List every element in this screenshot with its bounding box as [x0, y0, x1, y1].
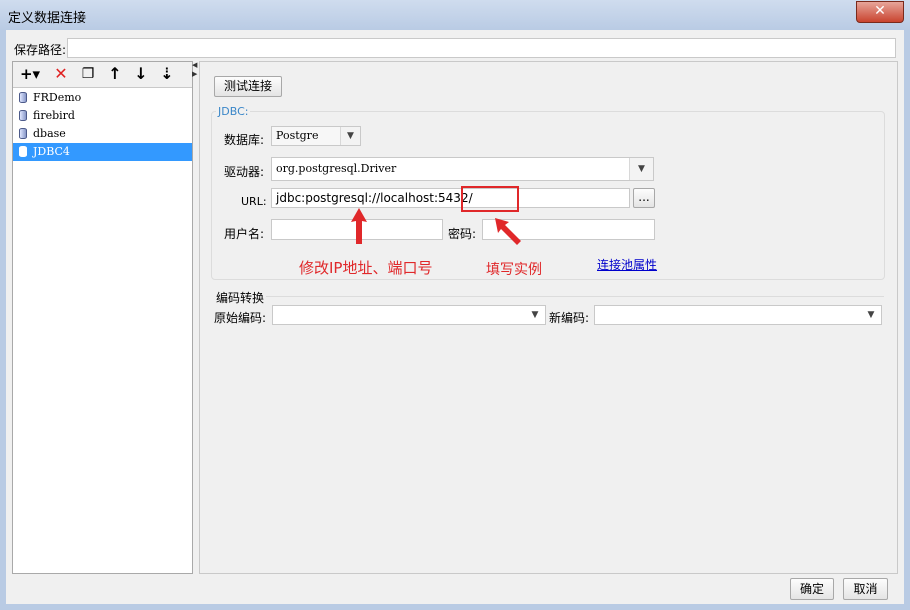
panel-splitter[interactable]: ◀ ▶: [192, 61, 198, 572]
list-item-label: firebird: [33, 109, 75, 122]
list-item[interactable]: dbase: [13, 125, 192, 143]
database-label: 数据库:: [224, 133, 265, 147]
chevron-down-icon[interactable]: ▼: [629, 158, 653, 180]
database-icon: [19, 128, 27, 139]
close-icon: ✕: [874, 3, 886, 19]
connection-toolbar: +▾ ✕ ❐ ↑ ↓ ⇣: [13, 62, 192, 88]
window-frame-right: [904, 30, 910, 610]
new-encoding-select[interactable]: ▼: [594, 305, 882, 325]
ip-port-annotation: 修改IP地址、端口号: [299, 259, 433, 277]
list-item-label: FRDemo: [33, 91, 82, 104]
window-title: 定义数据连接: [8, 11, 87, 26]
driver-label: 驱动器:: [224, 165, 265, 179]
original-encoding-select[interactable]: ▼: [272, 305, 546, 325]
test-connection-button[interactable]: 测试连接: [214, 76, 282, 97]
connection-list-panel: +▾ ✕ ❐ ↑ ↓ ⇣ FRDemo firebird dbase JDBC4: [12, 61, 193, 574]
url-input[interactable]: jdbc:postgresql://localhost:5432/: [271, 188, 630, 208]
move-down-icon[interactable]: ↓: [131, 64, 151, 84]
username-label: 用户名:: [224, 227, 265, 241]
delete-icon[interactable]: ✕: [51, 64, 71, 84]
list-item[interactable]: FRDemo: [13, 89, 192, 107]
database-value: Postgre: [276, 129, 319, 142]
original-encoding-label: 原始编码:: [214, 311, 267, 325]
move-up-icon[interactable]: ↑: [105, 64, 125, 84]
sort-icon[interactable]: ⇣: [157, 64, 177, 84]
connection-list: FRDemo firebird dbase JDBC4: [13, 89, 192, 161]
expand-right-icon[interactable]: ▶: [192, 70, 197, 78]
url-label: URL:: [241, 195, 267, 208]
database-icon: [19, 110, 27, 121]
database-icon: [19, 92, 27, 103]
instance-annotation: 填写实例: [486, 262, 542, 278]
chevron-down-icon[interactable]: ▼: [525, 306, 545, 324]
list-item[interactable]: firebird: [13, 107, 192, 125]
list-item-selected[interactable]: JDBC4: [13, 143, 192, 161]
list-item-label: dbase: [33, 127, 66, 140]
new-encoding-label: 新编码:: [549, 311, 590, 325]
chevron-down-icon[interactable]: ▼: [340, 127, 360, 145]
jdbc-group-title: JDBC:: [216, 105, 251, 118]
add-icon[interactable]: +▾: [17, 64, 43, 84]
url-browse-button[interactable]: ...: [633, 188, 655, 208]
window-frame-bottom: [0, 604, 910, 610]
encoding-divider: [266, 296, 884, 297]
chevron-down-icon[interactable]: ▼: [861, 306, 881, 324]
encoding-section-title: 编码转换: [216, 291, 265, 305]
ip-port-arrow-icon: [351, 208, 367, 244]
pool-properties-link[interactable]: 连接池属性: [597, 256, 657, 273]
instance-highlight-box: [461, 186, 519, 212]
driver-value: org.postgresql.Driver: [276, 162, 397, 175]
instance-arrow-icon: [495, 218, 521, 245]
close-button[interactable]: ✕: [856, 1, 904, 23]
save-path-input[interactable]: [67, 38, 896, 58]
save-path-label: 保存路径:: [14, 43, 67, 57]
driver-select[interactable]: org.postgresql.Driver ▼: [271, 157, 654, 181]
database-icon: [19, 146, 27, 157]
database-select[interactable]: Postgre ▼: [271, 126, 361, 146]
password-label: 密码:: [448, 227, 477, 241]
cancel-button[interactable]: 取消: [843, 578, 888, 600]
collapse-left-icon[interactable]: ◀: [192, 61, 197, 69]
title-bar: 定义数据连接 ✕: [0, 0, 910, 31]
copy-icon[interactable]: ❐: [78, 64, 98, 84]
list-item-label: JDBC4: [33, 145, 70, 158]
ok-button[interactable]: 确定: [790, 578, 834, 600]
